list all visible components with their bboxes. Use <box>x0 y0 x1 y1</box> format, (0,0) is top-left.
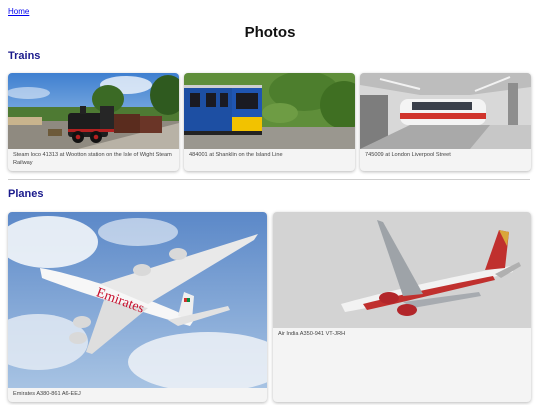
section-title-trains: Trains <box>8 50 41 62</box>
photo-steam-loco <box>8 73 179 149</box>
photo-card-liverpool-street[interactable]: 745009 at London Liverpool Street <box>360 73 531 171</box>
photo-island-line <box>184 73 355 149</box>
photo-caption: Air India A350-941 VT-JRH <box>278 331 346 337</box>
photo-caption: Steam loco 41313 at Wootton station on t… <box>13 152 172 166</box>
photo-caption: 745009 at London Liverpool Street <box>365 152 451 158</box>
photo-air-india-a350 <box>273 212 531 328</box>
home-link[interactable]: Home <box>8 7 29 16</box>
photo-card-island-line[interactable]: 484001 at Shanklin on the Island Line <box>184 73 355 171</box>
section-title-planes: Planes <box>8 188 44 200</box>
photo-liverpool-street <box>360 73 531 149</box>
photo-card-emirates[interactable]: Emirates Emirates A380-861 A6-EEJ <box>8 212 267 402</box>
photo-caption: 484001 at Shanklin on the Island Line <box>189 152 283 158</box>
photo-card-air-india[interactable]: Air India A350-941 VT-JRH <box>273 212 531 402</box>
section-divider <box>8 179 530 180</box>
photo-caption: Emirates A380-861 A6-EEJ <box>13 391 81 397</box>
page-title: Photos <box>244 24 296 41</box>
photo-emirates-a380: Emirates <box>8 212 267 388</box>
photo-card-steam-loco[interactable]: Steam loco 41313 at Wootton station on t… <box>8 73 179 171</box>
